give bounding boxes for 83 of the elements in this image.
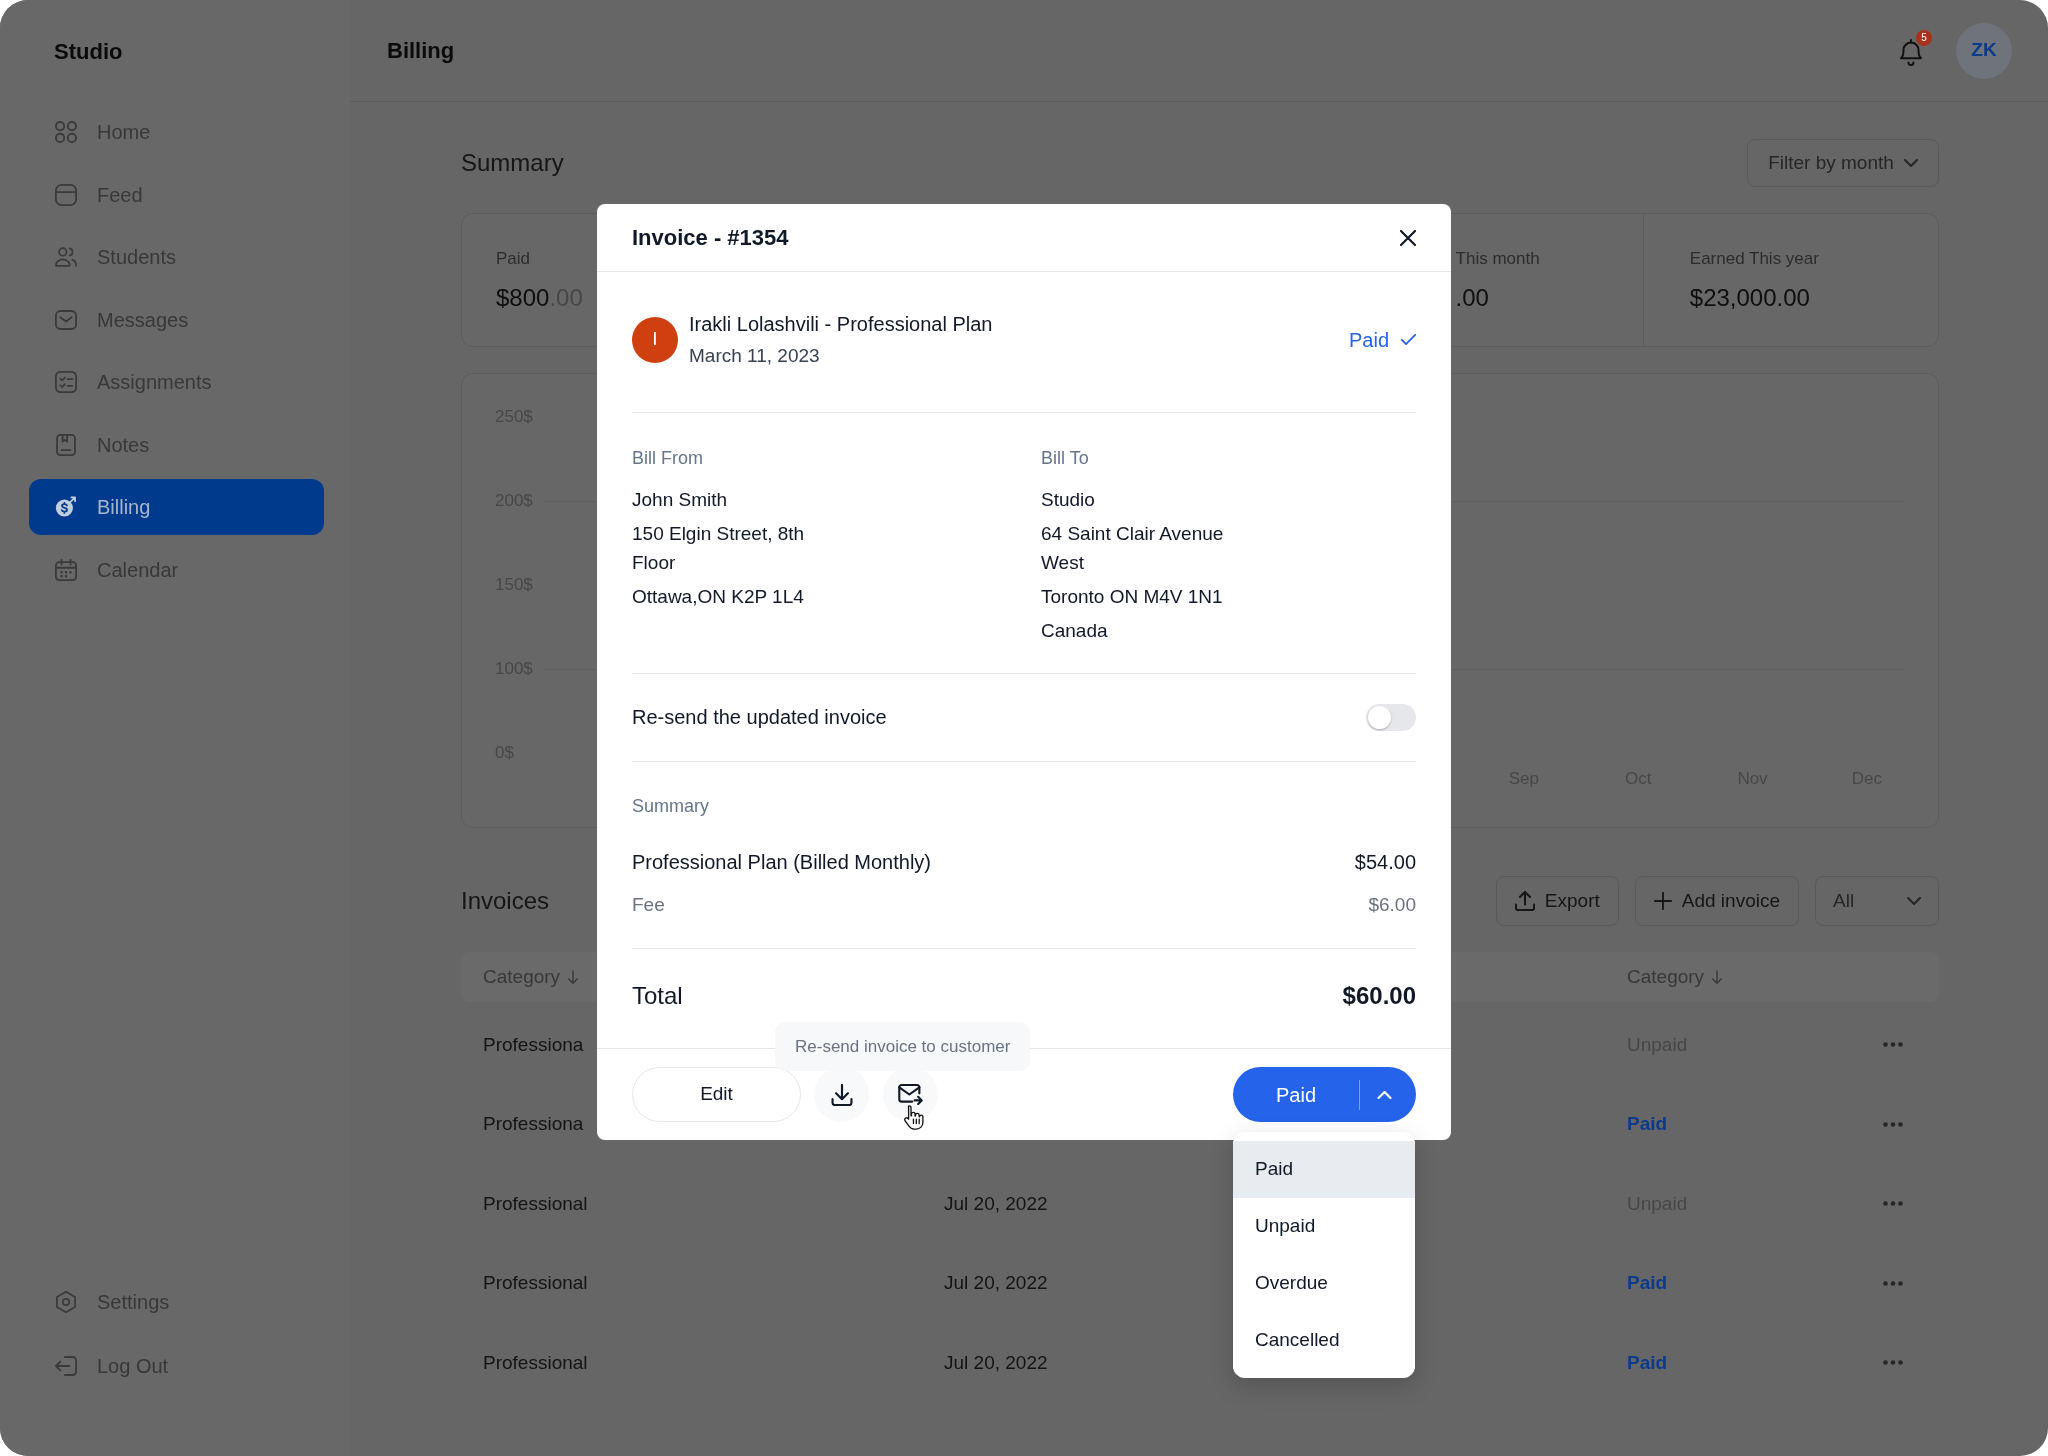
- table-cell-text: Professional: [483, 1271, 588, 1295]
- more-icon[interactable]: [1883, 1201, 1903, 1207]
- page-title: Billing: [387, 37, 455, 65]
- status-text: Paid: [1627, 1350, 1668, 1375]
- table-cell-text: Jul 20, 2022: [944, 1350, 1048, 1375]
- hand-cursor-icon: [904, 1104, 924, 1131]
- address-line: John Smith: [632, 488, 729, 512]
- address-line: Studio: [1041, 488, 1096, 512]
- address-line: Toronto ON M4V 1N1: [1041, 585, 1224, 609]
- status-label: Paid: [1348, 327, 1389, 353]
- toggle-label: Re-send the updated invoice: [632, 705, 887, 730]
- chevron-down-icon: [1903, 159, 1918, 167]
- upload-icon: [1514, 891, 1535, 911]
- stat-label: Paid: [496, 248, 531, 270]
- tooltip: Re-send invoice to customer: [775, 1022, 1031, 1071]
- add-invoice-button[interactable]: Add invoice: [1634, 876, 1799, 926]
- toggle-switch[interactable]: [1366, 704, 1416, 731]
- table-cell-text: Professiona: [483, 1032, 584, 1057]
- arrow-down-icon: [1712, 970, 1723, 984]
- close-icon[interactable]: [1400, 229, 1416, 246]
- status-text: Paid: [1627, 1271, 1668, 1295]
- sidebar-item[interactable]: Billing: [29, 479, 324, 535]
- more-icon[interactable]: [1883, 1280, 1903, 1286]
- settings-icon: [55, 1291, 77, 1313]
- address-line: Ottawa,ON K2P 1L4: [632, 585, 805, 609]
- total-amount: $60.00: [1342, 981, 1416, 1011]
- avatar: I: [632, 316, 678, 363]
- line-item-label: Professional Plan (Billed Monthly): [632, 850, 932, 875]
- menu-item[interactable]: Cancelled: [1233, 1312, 1415, 1369]
- filter-dropdown[interactable]: All: [1815, 876, 1939, 926]
- mail-arrow-icon: [898, 1084, 923, 1105]
- menu-item[interactable]: Unpaid: [1233, 1198, 1415, 1255]
- table-cell-text: Professiona: [483, 1112, 584, 1136]
- users-icon: [55, 246, 77, 268]
- check-icon: [1401, 334, 1416, 345]
- notebook-icon: [55, 433, 77, 456]
- customer-name: Irakli Lolashvili - Professional Plan: [689, 312, 993, 337]
- more-icon[interactable]: [1883, 1042, 1903, 1048]
- invoice-date: March 11, 2023: [689, 344, 821, 368]
- notification-badge: 5: [1916, 29, 1932, 46]
- dialog-title: Invoice - #1354: [632, 224, 789, 252]
- brand-name: Studio: [54, 37, 123, 66]
- envelope-icon: [55, 308, 77, 331]
- stat-label: This month: [1455, 248, 1540, 270]
- address-line: Canada: [1041, 619, 1109, 643]
- checklist-icon: [55, 371, 77, 393]
- filter-dropdown[interactable]: Filter by month: [1747, 139, 1939, 187]
- address-line: 64 Saint Clair Avenue West: [1041, 522, 1225, 575]
- table-cell-text: Professional: [483, 1191, 588, 1216]
- line-item-label: Fee: [632, 893, 665, 917]
- logout-icon: [55, 1355, 77, 1377]
- grid-icon: [55, 121, 77, 143]
- table-cell-text: Professional: [483, 1350, 588, 1375]
- user-avatar[interactable]: ZK: [1956, 22, 2012, 79]
- section-title: Invoices: [461, 886, 550, 916]
- table-cell-text: Jul 20, 2022: [944, 1271, 1048, 1295]
- more-icon[interactable]: [1883, 1121, 1903, 1127]
- arrow-down-icon: [568, 970, 579, 984]
- section-title: Summary: [461, 148, 564, 178]
- stat-value: $23,000.00: [1689, 283, 1810, 313]
- total-label: Total: [632, 981, 683, 1011]
- download-icon: [830, 1083, 853, 1106]
- chevron-down-icon: [1907, 897, 1921, 905]
- chevron-up-icon: [1377, 1090, 1392, 1099]
- status-button[interactable]: Paid: [1233, 1067, 1416, 1122]
- coin-icon: [55, 496, 77, 518]
- plus-icon: [1653, 892, 1672, 910]
- table-cell-text: Jul 20, 2022: [944, 1191, 1048, 1216]
- line-item-amount: $6.00: [1368, 893, 1416, 917]
- field-label: Bill To: [1041, 447, 1089, 469]
- panel-icon: [55, 183, 77, 206]
- more-icon[interactable]: [1883, 1360, 1903, 1366]
- stat-label: Earned This year: [1689, 248, 1819, 270]
- calendar-icon: [55, 558, 77, 581]
- address-line: 150 Elgin Street, 8th Floor: [632, 522, 806, 575]
- menu-item[interactable]: Overdue: [1233, 1255, 1415, 1312]
- field-label: Bill From: [632, 447, 703, 469]
- menu-item[interactable]: Paid: [1233, 1141, 1415, 1198]
- stat-value: .00: [1455, 283, 1489, 313]
- line-item-amount: $54.00: [1354, 850, 1416, 875]
- section-label: Summary: [632, 795, 709, 817]
- status-text: Paid: [1627, 1112, 1668, 1136]
- export-button[interactable]: Export: [1495, 876, 1619, 926]
